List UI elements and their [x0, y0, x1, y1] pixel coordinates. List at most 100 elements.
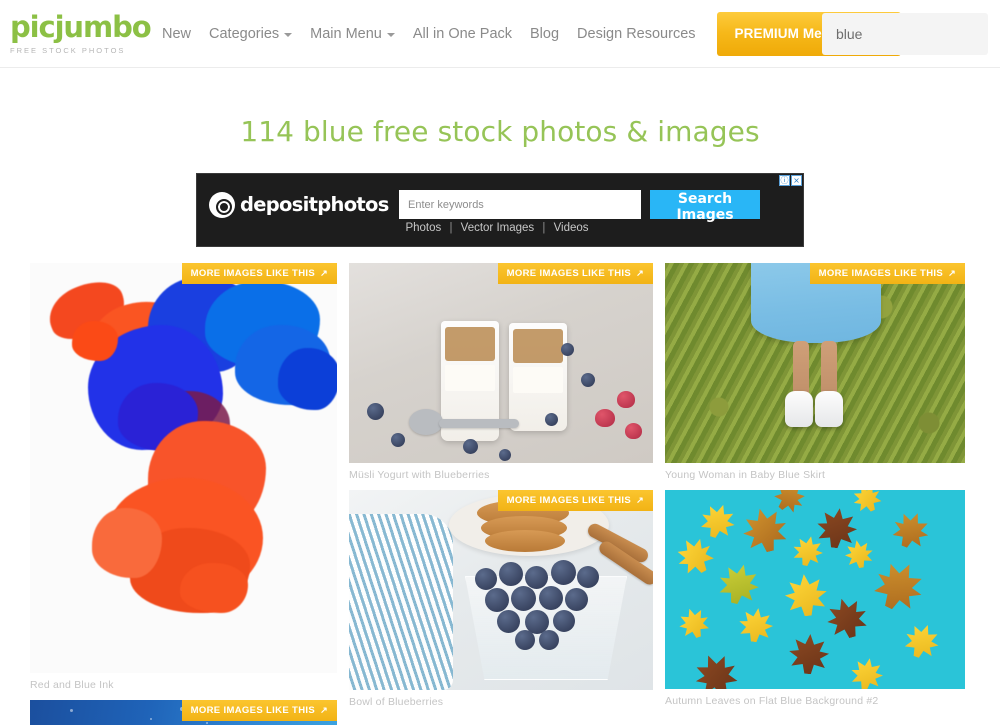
sparkle-dot	[206, 722, 208, 724]
blueberry	[391, 433, 405, 447]
chevron-down-icon	[284, 32, 293, 37]
blueberry	[485, 588, 509, 612]
maple-leaf	[848, 655, 885, 689]
maple-leaf	[783, 572, 829, 618]
site-header: picjumbo FREE STOCK PHOTOS New Categorie…	[0, 0, 1000, 68]
photo-grid: MORE IMAGES LIKE THIS ↗ Red and Blue Ink…	[0, 263, 1000, 725]
blueberry	[561, 343, 574, 356]
more-images-label: MORE IMAGES LIKE THIS	[190, 268, 316, 279]
photo-caption: Bowl of Blueberries	[349, 696, 444, 708]
nav-item-new[interactable]: New	[153, 26, 200, 42]
nav-item-blog[interactable]: Blog	[521, 26, 568, 42]
photo-thumbnail[interactable]: MORE IMAGES LIKE THIS ↗	[349, 490, 653, 690]
external-link-icon: ↗	[636, 268, 644, 278]
ad-main-row: depositphotos Search Images	[197, 190, 803, 223]
maple-leaf	[697, 500, 740, 543]
nav-item-all-in-one-pack[interactable]: All in One Pack	[404, 26, 521, 42]
nav-item-label: Blog	[530, 25, 560, 42]
photo-card-bowl-of-blueberries[interactable]: MORE IMAGES LIKE THIS ↗ Bowl of Blueberr…	[349, 490, 653, 708]
blueberry	[499, 562, 523, 586]
advertisement-container: ⓘ × depositphotos Search Images Photos |…	[196, 173, 804, 247]
more-images-like-this-button[interactable]: MORE IMAGES LIKE THIS ↗	[497, 490, 653, 511]
striped-cloth	[349, 514, 453, 690]
maple-leaf	[814, 505, 859, 550]
nav-item-label: Categories	[209, 25, 280, 42]
main-navigation: New Categories Main Menu All in One Pack…	[153, 0, 902, 68]
nav-item-label: Design Resources	[577, 25, 696, 42]
external-link-icon: ↗	[948, 268, 956, 278]
ad-separator: |	[449, 222, 453, 234]
leg	[821, 341, 837, 397]
photo-card-red-and-blue-ink[interactable]: MORE IMAGES LIKE THIS ↗ Red and Blue Ink	[30, 263, 337, 691]
ad-search-images-button[interactable]: Search Images	[650, 190, 760, 223]
blueberry	[367, 403, 384, 420]
more-images-like-this-button[interactable]: MORE IMAGES LIKE THIS ↗	[809, 263, 965, 284]
photo-card-autumn-leaves-on-flat-blue-background[interactable]: Autumn Leaves on Flat Blue Background #2	[665, 490, 965, 707]
maple-leaf	[675, 604, 713, 642]
blueberry	[545, 413, 558, 426]
depositphotos-ad[interactable]: ⓘ × depositphotos Search Images Photos |…	[196, 173, 804, 247]
photo-card-musli-yogurt-with-blueberries[interactable]: MORE IMAGES LIKE THIS ↗ Müsli Yogurt wit…	[349, 263, 653, 481]
sparkle-dot	[150, 718, 152, 720]
site-logo[interactable]: picjumbo FREE STOCK PHOTOS	[10, 12, 152, 55]
photo-thumbnail[interactable]: MORE IMAGES LIKE THIS ↗	[665, 263, 965, 463]
more-images-label: MORE IMAGES LIKE THIS	[818, 268, 944, 279]
ad-link-photos[interactable]: Photos	[405, 222, 441, 234]
photo-thumbnail[interactable]	[665, 490, 965, 689]
photo-caption: Müsli Yogurt with Blueberries	[349, 469, 490, 481]
blueberry	[499, 449, 511, 461]
maple-leaf	[822, 593, 871, 642]
ad-link-vector-images[interactable]: Vector Images	[461, 222, 535, 234]
maple-leaf	[670, 531, 719, 580]
blueberry	[539, 630, 559, 650]
ad-separator: |	[542, 222, 546, 234]
maple-leaf	[715, 560, 763, 608]
raspberry	[617, 391, 635, 408]
external-link-icon: ↗	[320, 705, 328, 715]
photo-thumbnail[interactable]: MORE IMAGES LIKE THIS ↗	[30, 263, 337, 673]
grid-column-3: MORE IMAGES LIKE THIS ↗ Young Woman in B…	[665, 263, 965, 716]
blueberry	[581, 373, 595, 387]
ad-close-icon[interactable]: ×	[791, 175, 802, 186]
nav-item-main-menu[interactable]: Main Menu	[301, 26, 404, 42]
blueberry	[525, 566, 548, 589]
maple-leaf	[738, 503, 791, 556]
ink-splash-shape	[72, 321, 118, 361]
leg	[793, 341, 809, 397]
raspberry	[625, 423, 642, 439]
ad-keywords-input[interactable]	[399, 190, 641, 219]
photo-caption: Autumn Leaves on Flat Blue Background #2	[665, 695, 879, 707]
grid-column-2: MORE IMAGES LIKE THIS ↗ Müsli Yogurt wit…	[349, 263, 653, 717]
more-images-like-this-button[interactable]: MORE IMAGES LIKE THIS ↗	[497, 263, 653, 284]
maple-leaf	[843, 538, 875, 570]
blueberry	[577, 566, 599, 588]
depositphotos-logo[interactable]: depositphotos	[209, 191, 399, 218]
header-search[interactable]	[822, 13, 1000, 55]
photo-card-young-woman-in-baby-blue-skirt[interactable]: MORE IMAGES LIKE THIS ↗ Young Woman in B…	[665, 263, 965, 481]
nav-item-design-resources[interactable]: Design Resources	[568, 26, 704, 42]
maple-leaf	[737, 606, 775, 644]
photo-thumbnail[interactable]: MORE IMAGES LIKE THIS ↗	[30, 700, 337, 725]
pancake	[485, 530, 565, 552]
ink-splash-shape	[92, 508, 162, 578]
nav-item-label: All in One Pack	[412, 25, 513, 42]
photo-caption: Red and Blue Ink	[30, 679, 114, 691]
ink-splash-shape	[180, 563, 248, 613]
ad-info-icon[interactable]: ⓘ	[779, 175, 790, 186]
camera-icon	[209, 191, 235, 218]
blueberry	[475, 568, 497, 590]
photo-thumbnail[interactable]: MORE IMAGES LIKE THIS ↗	[349, 263, 653, 463]
nav-item-label: New	[162, 25, 192, 42]
photo-caption: Young Woman in Baby Blue Skirt	[665, 469, 826, 481]
blueberry	[515, 630, 535, 650]
more-images-like-this-button[interactable]: MORE IMAGES LIKE THIS ↗	[181, 700, 337, 721]
search-input[interactable]	[822, 25, 1000, 43]
more-images-like-this-button[interactable]: MORE IMAGES LIKE THIS ↗	[181, 263, 337, 284]
ink-splash-shape	[278, 348, 337, 410]
photo-card-blue-gradient[interactable]: MORE IMAGES LIKE THIS ↗	[30, 700, 337, 725]
blueberry	[553, 610, 575, 632]
blueberry	[497, 610, 520, 633]
spoon-handle	[439, 419, 519, 428]
ad-link-videos[interactable]: Videos	[554, 222, 589, 234]
nav-item-categories[interactable]: Categories	[200, 26, 301, 42]
